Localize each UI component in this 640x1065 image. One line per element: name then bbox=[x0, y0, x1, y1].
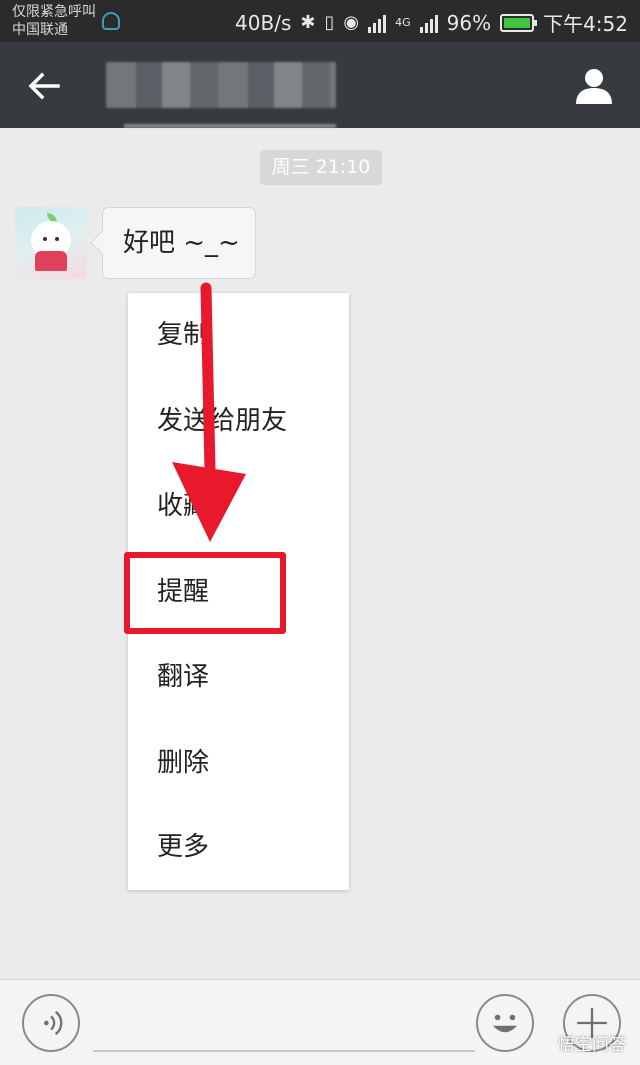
arrow-left-icon[interactable] bbox=[22, 64, 66, 108]
status-bar: 仅限紧急呼叫 中国联通 40B/s ✱ ▯ ◉ 4G 96% 下午4:52 bbox=[0, 0, 640, 42]
bluetooth-icon: ✱ bbox=[300, 12, 316, 33]
message-bubble[interactable]: 好吧 ~_~ bbox=[102, 207, 256, 279]
avatar-cloth bbox=[35, 251, 67, 271]
blurred-contact-name bbox=[106, 62, 336, 128]
emoji-icon[interactable] bbox=[476, 994, 534, 1052]
message-timestamp: 周三 21:10 bbox=[260, 150, 382, 185]
input-bar: 悟空问答 bbox=[0, 979, 640, 1065]
vibrate-icon: ▯ bbox=[324, 12, 335, 33]
avatar-eye-right bbox=[55, 237, 59, 241]
highlight-box bbox=[124, 552, 286, 634]
title-bar bbox=[0, 42, 640, 128]
battery-percent: 96% bbox=[446, 10, 492, 35]
sim-icon bbox=[102, 12, 120, 30]
network-type-label: 4G bbox=[395, 16, 411, 29]
carrier-line2: 中国联通 bbox=[12, 22, 68, 38]
cell-signal-icon bbox=[419, 13, 438, 33]
menu-item-copy[interactable]: 复制 bbox=[128, 293, 349, 378]
watermark: 悟空问答 bbox=[558, 1035, 626, 1055]
person-icon[interactable] bbox=[574, 66, 614, 106]
network-speed: 40B/s bbox=[235, 10, 292, 35]
menu-item-delete[interactable]: 删除 bbox=[128, 721, 349, 806]
eye-icon: ◉ bbox=[343, 12, 360, 33]
avatar[interactable] bbox=[15, 207, 87, 279]
status-icons: 40B/s ✱ ▯ ◉ 4G 96% 下午4:52 bbox=[235, 8, 628, 37]
clock: 下午4:52 bbox=[543, 12, 628, 36]
carrier-line1: 仅限紧急呼叫 bbox=[12, 4, 96, 20]
message-input[interactable] bbox=[93, 1050, 475, 1052]
avatar-eye-left bbox=[43, 237, 47, 241]
wifi-signal-icon bbox=[368, 13, 387, 33]
menu-item-translate[interactable]: 翻译 bbox=[128, 635, 349, 720]
battery-icon bbox=[500, 13, 538, 32]
menu-item-favorite[interactable]: 收藏 bbox=[128, 464, 349, 549]
voice-icon[interactable] bbox=[22, 994, 80, 1052]
carrier-info: 仅限紧急呼叫 中国联通 bbox=[12, 3, 96, 39]
menu-item-more[interactable]: 更多 bbox=[128, 805, 349, 890]
menu-item-send-to-friend[interactable]: 发送给朋友 bbox=[128, 379, 349, 464]
